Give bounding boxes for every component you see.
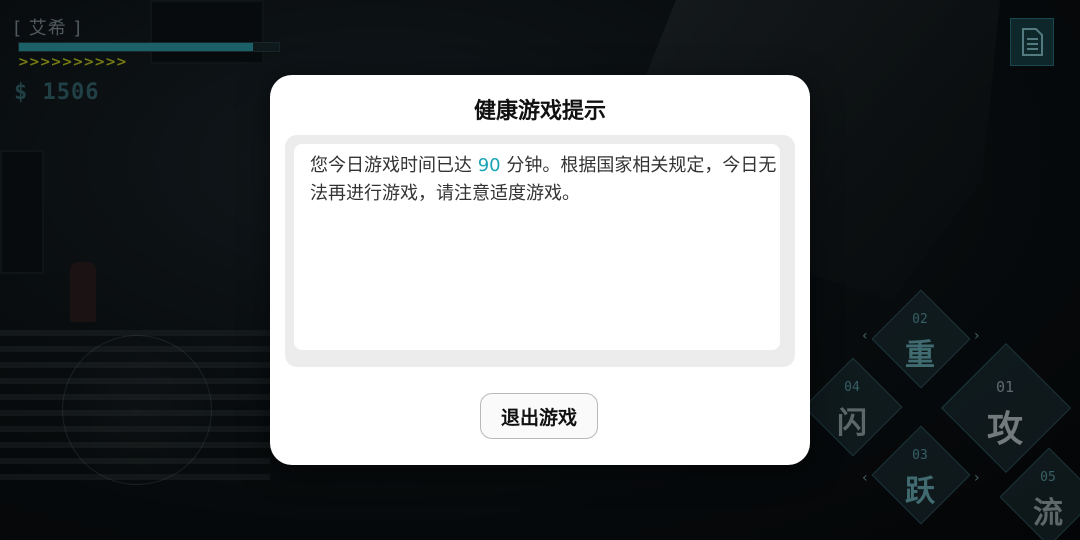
health-notice-dialog: 健康游戏提示 您今日游戏时间已达 90 分钟。根据国家相关规定，今日无法再进行游… [270, 75, 810, 465]
game-screen: [ 艾希 ] >>>>>>>>>> $ 1506 02 重 04 闪 01 攻 … [0, 0, 1080, 540]
message-text: 您今日游戏时间已达 [310, 155, 478, 176]
exit-game-button[interactable]: 退出游戏 [480, 393, 598, 439]
dialog-message: 您今日游戏时间已达 90 分钟。根据国家相关规定，今日无法再进行游戏，请注意适度… [294, 144, 780, 350]
play-minutes: 90 [477, 155, 501, 176]
dialog-body-frame: 您今日游戏时间已达 90 分钟。根据国家相关规定，今日无法再进行游戏，请注意适度… [285, 135, 795, 367]
dialog-title: 健康游戏提示 [473, 99, 606, 124]
